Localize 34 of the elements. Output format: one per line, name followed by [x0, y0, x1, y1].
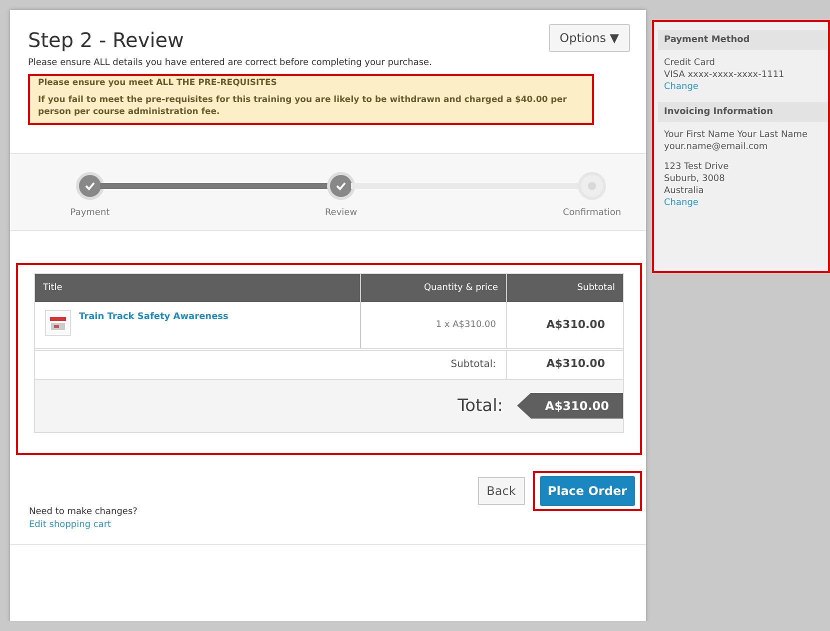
subtotal-value: A$310.00 [546, 357, 605, 370]
column-header: Title [42, 282, 64, 295]
place-order-button[interactable]: Place Order [540, 476, 635, 506]
section-header: Payment Method [658, 30, 828, 50]
payment-detail: Credit Card [664, 58, 715, 68]
total-label: Total: [458, 396, 504, 416]
step-label: Review [324, 208, 358, 218]
instruction-text: Please ensure ALL details you have entered are correct before completing your purchase. [28, 58, 433, 68]
total-price-tag: A$310.00 [517, 392, 623, 419]
payment-detail: VISA xxxx-xxxx-xxxx-1111 [664, 70, 784, 80]
section-header: Invoicing Information [658, 102, 828, 122]
step-label: Payment [70, 208, 110, 218]
step-label: Confirmation [562, 208, 622, 218]
changes-question: Need to make changes? [29, 506, 138, 517]
address-line: Suburb, 3008 [664, 174, 725, 184]
invoice-detail: your.name@email.com [664, 142, 768, 152]
invoice-detail: Your First Name Your Last Name [664, 130, 808, 140]
column-header: Quantity & price [360, 274, 506, 302]
course-thumbnail-icon [45, 310, 71, 336]
column-header: Subtotal [506, 274, 623, 302]
address-line: Australia [664, 186, 704, 196]
notice-text: If you fail to meet the pre-requisites for this training you are likely to be withdrawn and charged a $40.00 per person per course administration fee. [38, 94, 568, 119]
back-button[interactable]: Back [478, 476, 525, 505]
course-link[interactable]: Train Track Safety Awareness [79, 312, 228, 322]
address-line: 123 Test Drive [664, 162, 729, 172]
options-button[interactable]: Options ▼ [548, 24, 630, 52]
quantity-price: 1 x A$310.00 [436, 320, 496, 330]
change-link[interactable]: Change [664, 82, 698, 92]
edit-cart-link[interactable]: Edit shopping cart [29, 520, 112, 530]
notice-heading: Please ensure you meet ALL THE PRE-REQUISITES [38, 78, 278, 88]
page-title: Step 2 - Review [28, 28, 184, 52]
subtotal-label: Subtotal: [450, 359, 496, 370]
change-link[interactable]: Change [664, 198, 698, 208]
line-subtotal: A$310.00 [546, 318, 605, 332]
